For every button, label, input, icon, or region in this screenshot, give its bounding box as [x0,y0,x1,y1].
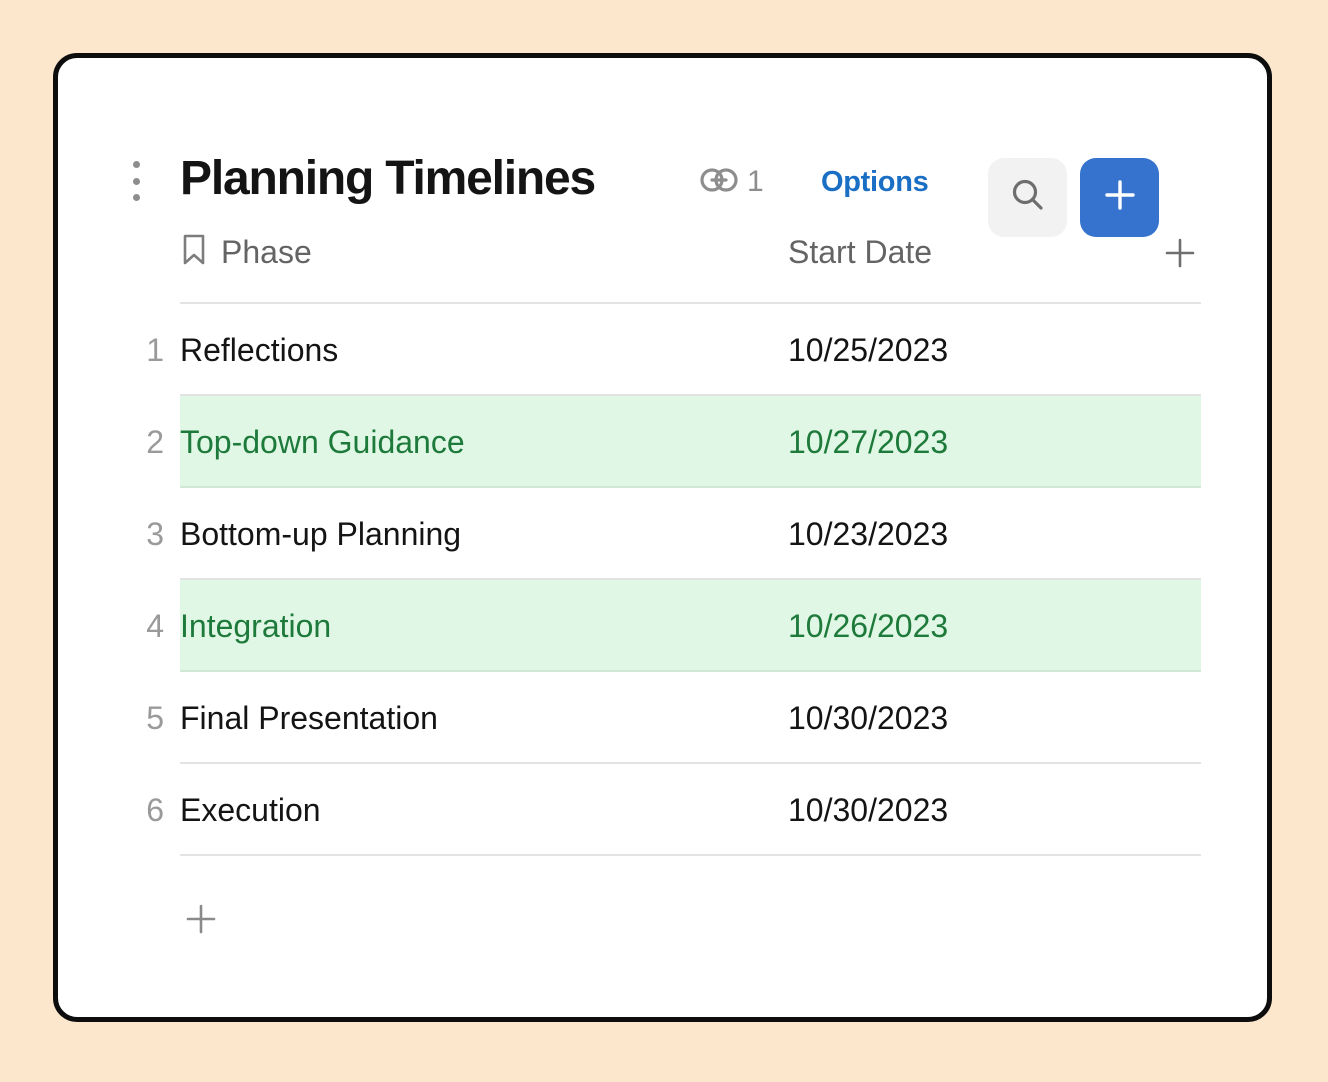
cell-phase[interactable]: Execution [180,764,321,856]
link-count-label: 1 [747,165,764,199]
data-table: Phase Start Date 1Reflections10/25/20232… [58,218,1267,976]
cell-start-date[interactable]: 10/23/2023 [788,488,948,580]
cell-start-date[interactable]: 10/30/2023 [788,764,948,856]
table-row[interactable]: 2Top-down Guidance 10/27/2023 [124,396,1201,488]
row-number: 5 [124,672,164,764]
bookmark-icon [180,233,208,272]
card-header: Planning Timelines 1 Options [58,58,1267,218]
add-column-button[interactable] [1159,232,1201,274]
column-header-start-date[interactable]: Start Date [788,230,932,274]
cell-start-date[interactable]: 10/30/2023 [788,672,948,764]
column-header-phase-label: Phase [221,230,312,274]
table-row[interactable]: 3Bottom-up Planning 10/23/2023 [124,488,1201,580]
row-number: 2 [124,396,164,488]
row-number: 3 [124,488,164,580]
options-button[interactable]: Options [821,163,928,201]
cell-phase[interactable]: Final Presentation [180,672,438,764]
cell-start-date[interactable]: 10/26/2023 [788,580,948,672]
kebab-dot [133,161,140,168]
link-count-group: 1 [700,162,764,202]
table-footer [58,856,1267,976]
row-number: 4 [124,580,164,672]
cell-phase[interactable]: Bottom-up Planning [180,488,461,580]
cell-phase[interactable]: Integration [180,580,331,672]
kebab-menu-icon[interactable] [124,161,148,201]
cell-phase[interactable]: Top-down Guidance [180,396,465,488]
table-card: Planning Timelines 1 Options [53,53,1272,1022]
cell-start-date[interactable]: 10/27/2023 [788,396,948,488]
cell-start-date[interactable]: 10/25/2023 [788,304,948,396]
row-background [180,764,1201,856]
link-icon [700,167,738,198]
kebab-dot [133,178,140,185]
row-number: 1 [124,304,164,396]
table-body: 1Reflections10/25/20232Top-down Guidance… [58,304,1267,856]
add-row-button[interactable] [180,898,222,940]
table-row[interactable]: 6Execution 10/30/2023 [124,764,1201,856]
table-row[interactable]: 1Reflections 10/25/2023 [124,304,1201,396]
column-header-phase[interactable]: Phase [180,230,312,274]
row-background [180,580,1201,672]
row-number: 6 [124,764,164,856]
search-icon [1008,175,1048,220]
table-row[interactable]: 4Integration 10/26/2023 [124,580,1201,672]
table-row[interactable]: 5Final Presentation 10/30/2023 [124,672,1201,764]
plus-icon [1101,176,1139,219]
kebab-dot [133,194,140,201]
table-header-row: Phase Start Date [180,218,1201,304]
page-title: Planning Timelines [180,148,595,210]
cell-phase[interactable]: Reflections [180,304,338,396]
